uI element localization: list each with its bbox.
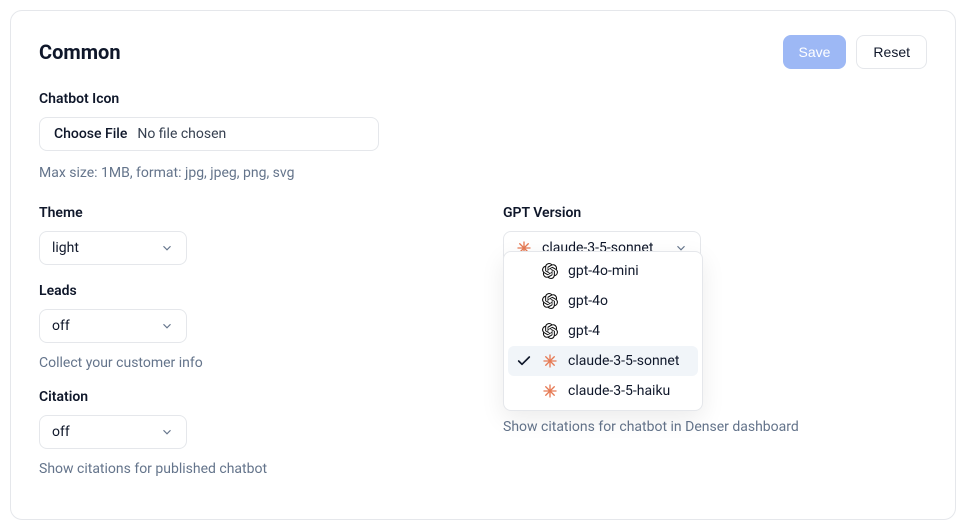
chatbot-icon-field: Chatbot Icon Choose File No file chosen … [39, 91, 927, 181]
file-input[interactable]: Choose File No file chosen [39, 117, 379, 151]
check-icon [516, 293, 532, 309]
gpt-option-claude-3-5-sonnet[interactable]: claude-3-5-sonnet [508, 346, 698, 376]
leads-help: Collect your customer info [39, 355, 463, 371]
leads-label: Leads [39, 283, 463, 299]
gpt-field: GPT Version claude-3-5-sonnet gpt-4o-min… [503, 205, 927, 265]
check-icon [516, 323, 532, 339]
gpt-option-label: claude-3-5-haiku [568, 383, 670, 399]
right-citation-help: Show citations for chatbot in Denser das… [503, 419, 927, 435]
gpt-option-label: gpt-4o-mini [568, 263, 639, 279]
gpt-dropdown: gpt-4o-mini gpt-4o gpt-4 claude-3-5-sonnet c… [503, 251, 703, 411]
chevron-down-icon [160, 425, 174, 439]
save-button[interactable]: Save [783, 35, 847, 69]
theme-value: light [52, 240, 79, 256]
citation-value: off [52, 424, 70, 440]
theme-select[interactable]: light [39, 231, 187, 265]
citation-select[interactable]: off [39, 415, 187, 449]
gpt-option-label: claude-3-5-sonnet [568, 353, 679, 369]
gpt-label: GPT Version [503, 205, 927, 221]
page-title: Common [39, 40, 121, 64]
leads-select[interactable]: off [39, 309, 187, 343]
anthropic-icon [542, 383, 558, 399]
file-status: No file chosen [137, 126, 226, 142]
check-icon [516, 263, 532, 279]
form-columns: Theme light Leads off Collect your custo… [39, 205, 927, 495]
gpt-option-claude-3-5-haiku[interactable]: claude-3-5-haiku [508, 376, 698, 406]
citation-label: Citation [39, 389, 463, 405]
leads-value: off [52, 318, 70, 334]
check-icon [516, 353, 532, 369]
openai-icon [542, 293, 558, 309]
header-row: Common Save Reset [39, 35, 927, 69]
header-actions: Save Reset [783, 35, 928, 69]
gpt-option-label: gpt-4o [568, 293, 608, 309]
left-column: Theme light Leads off Collect your custo… [39, 205, 463, 495]
reset-button[interactable]: Reset [856, 35, 927, 69]
gpt-option-gpt-4[interactable]: gpt-4 [508, 316, 698, 346]
chatbot-icon-label: Chatbot Icon [39, 91, 927, 107]
check-icon [516, 383, 532, 399]
settings-card: Common Save Reset Chatbot Icon Choose Fi… [10, 10, 956, 520]
leads-field: Leads off Collect your customer info [39, 283, 463, 371]
citation-help: Show citations for published chatbot [39, 461, 463, 477]
openai-icon [542, 323, 558, 339]
anthropic-icon [542, 353, 558, 369]
theme-label: Theme [39, 205, 463, 221]
gpt-option-gpt-4o[interactable]: gpt-4o [508, 286, 698, 316]
gpt-option-label: gpt-4 [568, 323, 600, 339]
choose-file-label: Choose File [54, 126, 127, 142]
chevron-down-icon [160, 319, 174, 333]
file-hint: Max size: 1MB, format: jpg, jpeg, png, s… [39, 165, 927, 181]
openai-icon [542, 263, 558, 279]
chevron-down-icon [160, 241, 174, 255]
gpt-option-gpt-4o-mini[interactable]: gpt-4o-mini [508, 256, 698, 286]
citation-field: Citation off Show citations for publishe… [39, 389, 463, 477]
right-column: GPT Version claude-3-5-sonnet gpt-4o-min… [503, 205, 927, 495]
theme-field: Theme light [39, 205, 463, 265]
